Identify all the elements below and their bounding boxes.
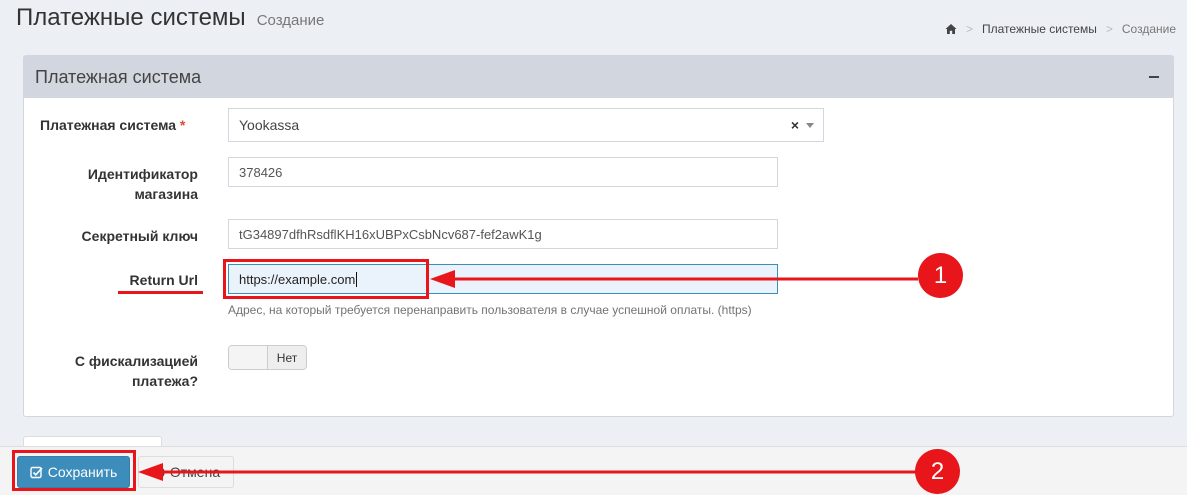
annotation-badge-2: 2 <box>915 449 960 494</box>
annotation-arrows <box>138 270 918 481</box>
arrow-head-2 <box>138 463 163 481</box>
arrow-head-1 <box>430 270 455 288</box>
annotation-badge-1: 1 <box>918 253 963 298</box>
